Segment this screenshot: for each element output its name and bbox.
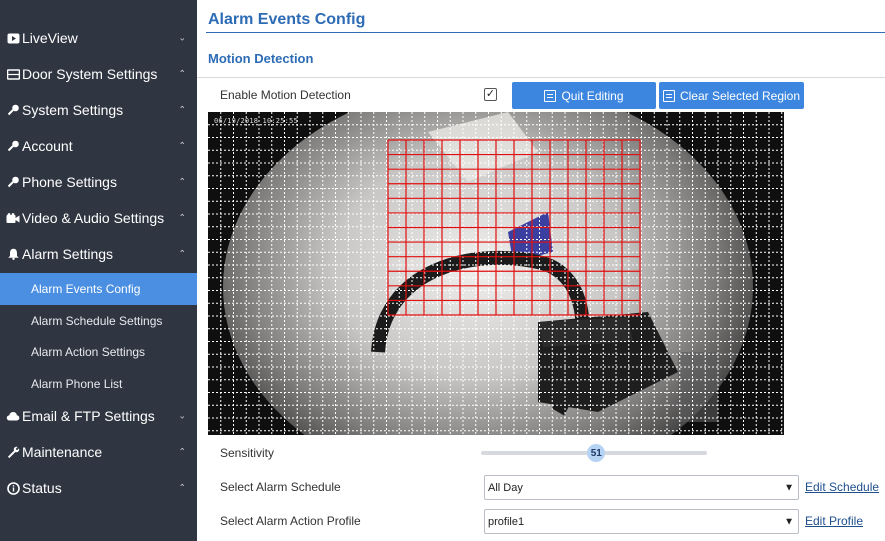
sidebar-item-label: LiveView [22, 30, 78, 46]
chevron-up-icon: ⌃ [178, 482, 186, 493]
alarm-action-profile-label: Select Alarm Action Profile [220, 514, 361, 528]
sidebar-item-label: Video & Audio Settings [22, 210, 165, 226]
sidebar-subitem-label: Alarm Schedule Settings [31, 314, 163, 328]
sidebar-item-label: Email & FTP Settings [22, 408, 155, 424]
main-panel: Alarm Events Config Motion Detection Ena… [197, 0, 885, 541]
alarm-schedule-label: Select Alarm Schedule [220, 480, 341, 494]
sidebar-item-system-settings[interactable]: System Settings ⌃ [0, 92, 197, 128]
sidebar-subitem-label: Alarm Events Config [31, 282, 141, 296]
sidebar-item-account[interactable]: Account ⌃ [0, 128, 197, 164]
edit-schedule-link[interactable]: Edit Schedule [805, 480, 879, 494]
chevron-down-icon: ⌄ [178, 410, 186, 421]
clear-selected-region-label: Clear Selected Region [679, 88, 801, 103]
door-icon [6, 67, 20, 81]
enable-motion-detection-label: Enable Motion Detection [220, 88, 351, 102]
sidebar-item-maintenance[interactable]: Maintenance ⌃ [0, 434, 197, 470]
chevron-up-icon: ⌃ [178, 212, 186, 223]
wrench-icon [6, 445, 20, 459]
dropdown-arrow-icon: ▼ [784, 516, 794, 527]
sidebar-item-label: Phone Settings [22, 174, 117, 190]
section-title: Motion Detection [208, 51, 314, 66]
title-divider [206, 32, 885, 33]
checkmark-icon: ✓ [485, 88, 496, 100]
edit-profile-link[interactable]: Edit Profile [805, 514, 863, 528]
sidebar-subitem-alarm-schedule-settings[interactable]: Alarm Schedule Settings [0, 305, 197, 337]
sidebar-subitem-label: Alarm Action Settings [31, 345, 146, 359]
motion-detection-grid[interactable] [208, 112, 784, 435]
sidebar-item-status[interactable]: Status ⌃ [0, 470, 197, 506]
clear-selected-region-button[interactable]: Clear Selected Region [659, 82, 804, 109]
key-icon [6, 175, 20, 189]
sidebar-item-phone-settings[interactable]: Phone Settings ⌃ [0, 164, 197, 200]
sidebar-item-label: Maintenance [22, 444, 103, 460]
chevron-down-icon: ⌄ [178, 32, 186, 43]
chevron-up-icon: ⌃ [178, 446, 186, 457]
alarm-action-profile-select[interactable]: profile1 ▼ [484, 509, 799, 534]
chevron-up-icon: ⌃ [178, 68, 186, 79]
section-divider [197, 77, 885, 78]
chevron-up-icon: ⌃ [178, 176, 186, 187]
edit-icon [662, 89, 675, 102]
sensitivity-slider-thumb[interactable]: 51 [587, 444, 606, 462]
alarm-schedule-select[interactable]: All Day ▼ [484, 475, 799, 500]
key-icon [6, 139, 20, 153]
alarm-schedule-value: All Day [488, 481, 523, 494]
chevron-up-icon: ⌃ [178, 248, 186, 259]
sidebar-item-label: System Settings [22, 102, 124, 118]
sensitivity-label: Sensitivity [220, 446, 275, 460]
dropdown-arrow-icon: ▼ [784, 482, 794, 493]
cloud-icon [6, 409, 20, 423]
page-title: Alarm Events Config [208, 11, 366, 28]
sidebar-item-label: Alarm Settings [22, 246, 114, 262]
sidebar-subitem-alarm-events-config[interactable]: Alarm Events Config [0, 273, 197, 305]
sidebar-item-liveview[interactable]: LiveView ⌄ [0, 20, 197, 56]
quit-editing-label: Quit Editing [561, 88, 624, 103]
chevron-up-icon: ⌃ [178, 104, 186, 115]
sidebar: LiveView ⌄ Door System Settings ⌃ System… [0, 0, 197, 541]
sidebar-item-label: Account [22, 138, 73, 154]
sidebar-item-label: Status [22, 480, 62, 496]
sidebar-subitem-alarm-action-settings[interactable]: Alarm Action Settings [0, 336, 197, 368]
sidebar-item-label: Door System Settings [22, 66, 158, 82]
list-icon [544, 89, 557, 102]
camera-preview[interactable]: 06/19/2018 10:25:55 [208, 112, 784, 435]
selected-motion-region[interactable] [387, 139, 641, 316]
quit-editing-button[interactable]: Quit Editing [512, 82, 656, 109]
key-icon [6, 103, 20, 117]
info-icon [6, 481, 20, 495]
sidebar-item-alarm-settings[interactable]: Alarm Settings ⌃ [0, 236, 197, 272]
alarm-action-profile-value: profile1 [488, 515, 525, 528]
sidebar-item-door-system-settings[interactable]: Door System Settings ⌃ [0, 56, 197, 92]
enable-motion-detection-checkbox[interactable]: ✓ [484, 88, 497, 101]
video-timestamp: 06/19/2018 10:25:55 [214, 117, 298, 125]
camera-icon [6, 211, 20, 225]
sidebar-item-video-audio-settings[interactable]: Video & Audio Settings ⌃ [0, 200, 197, 236]
sidebar-item-email-ftp-settings[interactable]: Email & FTP Settings ⌄ [0, 398, 197, 434]
sidebar-subitem-label: Alarm Phone List [31, 377, 123, 391]
chevron-up-icon: ⌃ [178, 140, 186, 151]
sidebar-subitem-alarm-phone-list[interactable]: Alarm Phone List [0, 368, 197, 400]
video-icon [6, 31, 20, 45]
bell-icon [6, 247, 20, 261]
